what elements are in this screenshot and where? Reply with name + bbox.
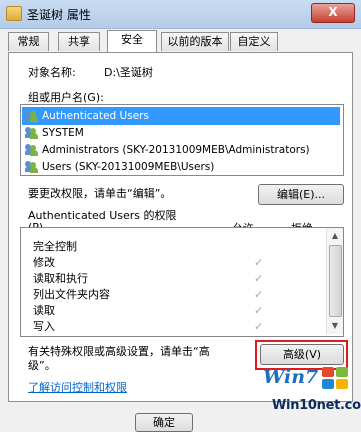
allow-check-icon: ✓ [254,304,264,317]
user-list[interactable]: Authenticated Users SYSTEM Administrator… [20,104,344,176]
permission-name: 写入 [33,320,55,333]
allow-check-icon: ✓ [254,320,264,333]
edit-button[interactable]: 编辑(E)... [258,184,344,205]
tab-general[interactable]: 常规 [8,32,49,51]
object-name-label: 对象名称: [28,66,76,79]
table-row: 写入 ✓ [33,319,323,335]
watermark-site: Win10net.com [272,398,361,413]
watermark-brand: Win7 [263,366,319,388]
object-name-value: D:\圣诞树 [104,66,153,79]
watermark: Win7 Win10net.com [250,364,361,432]
windows-logo-icon [322,367,350,391]
allow-check-icon: ✓ [254,288,264,301]
window-title: 圣诞树 属性 [27,8,91,22]
title-bar: 圣诞树 属性 X [0,0,361,29]
users-icon [25,161,38,173]
list-item[interactable]: Authenticated Users [22,107,340,125]
permissions-scrollbar[interactable]: ▲ ▼ [326,228,343,334]
permission-name: 读取和执行 [33,272,88,285]
learn-access-control-link[interactable]: 了解访问控制和权限 [28,379,127,395]
group-user-label: 组或用户名(G): [28,91,104,104]
tab-security[interactable]: 安全 [107,30,157,52]
table-row: 读取 ✓ [33,303,323,319]
table-row: 完全控制 [33,239,323,255]
allow-check-icon: ✓ [254,256,264,269]
list-item[interactable]: SYSTEM [22,124,340,142]
allow-check-icon: ✓ [254,272,264,285]
permissions-for-label: Authenticated Users 的权限 [28,209,177,222]
tab-customize[interactable]: 自定义 [230,32,278,51]
tab-previous-versions[interactable]: 以前的版本 [161,32,229,51]
users-icon [25,127,38,139]
close-button[interactable]: X [311,3,355,23]
tab-sharing[interactable]: 共享 [58,32,100,51]
edit-prompt: 要更改权限，请单击“编辑”。 [28,187,172,200]
scroll-up-icon[interactable]: ▲ [327,228,343,244]
scroll-down-icon[interactable]: ▼ [327,318,343,334]
scroll-thumb[interactable] [329,245,342,317]
permission-name: 修改 [33,256,55,269]
permission-name: 读取 [33,304,55,317]
ok-button[interactable]: 确定 [135,413,193,432]
list-item[interactable]: Users (SKY-20131009MEB\Users) [22,158,340,175]
users-icon [25,110,38,122]
list-item[interactable]: Administrators (SKY-20131009MEB\Administ… [22,141,340,159]
permissions-table[interactable]: 完全控制 修改 ✓ 读取和执行 ✓ 列出文件夹内容 ✓ 读取 ✓ 写入 ✓ ▲ … [20,227,344,337]
permission-name: 列出文件夹内容 [33,288,110,301]
users-icon [25,144,38,156]
permission-name: 完全控制 [33,240,77,253]
special-permissions-text-cont: 级”。 [28,359,56,372]
table-row: 读取和执行 ✓ [33,271,323,287]
table-row: 列出文件夹内容 ✓ [33,287,323,303]
folder-icon [6,6,22,21]
table-row: 修改 ✓ [33,255,323,271]
